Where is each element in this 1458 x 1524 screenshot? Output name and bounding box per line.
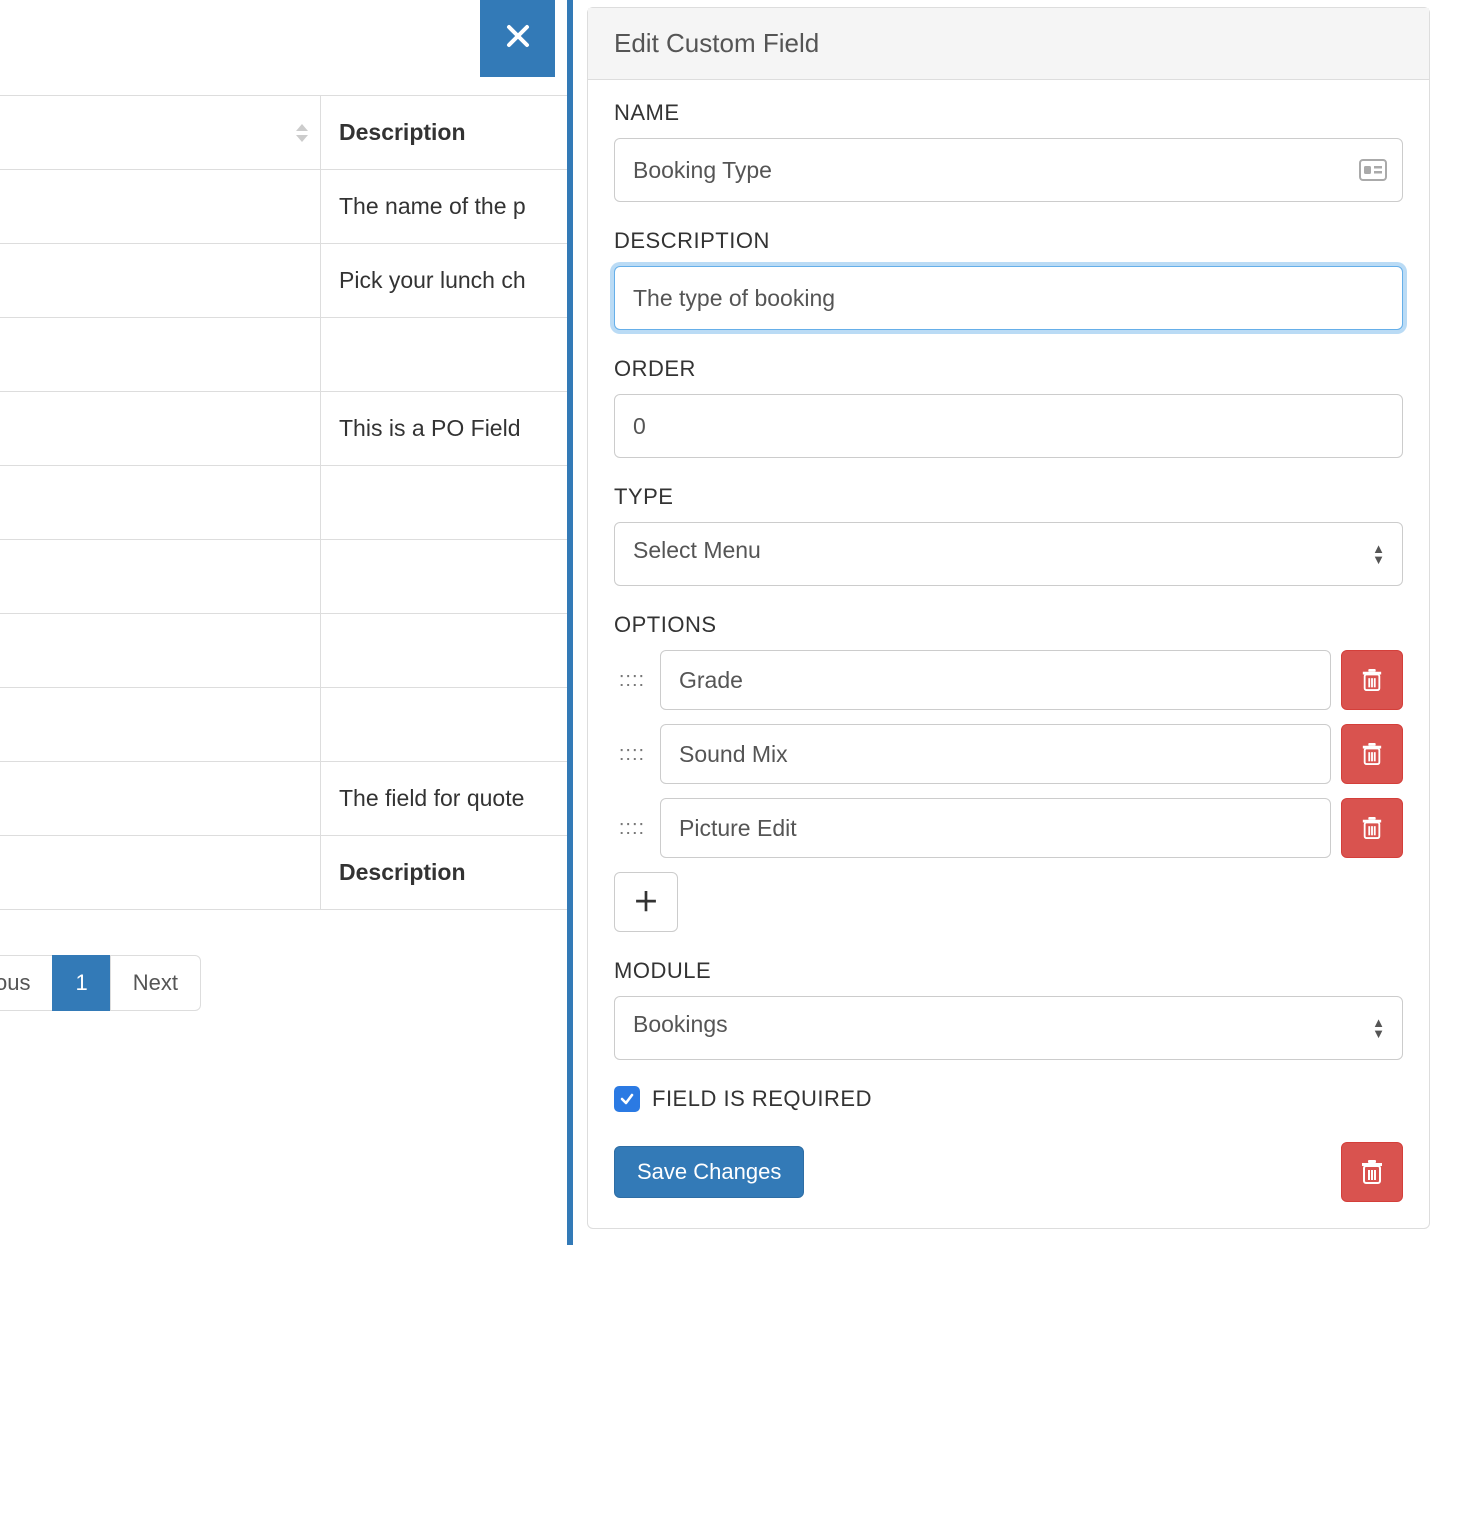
description-input[interactable] xyxy=(614,266,1403,330)
table-cell-description xyxy=(321,318,590,392)
delete-option-button[interactable] xyxy=(1341,724,1403,784)
name-input[interactable] xyxy=(614,138,1403,202)
table-row[interactable]: The field for quote xyxy=(0,762,590,836)
trash-icon xyxy=(1361,816,1383,840)
trash-icon xyxy=(1361,742,1383,766)
sort-icon[interactable] xyxy=(294,122,310,144)
add-option-button[interactable]: ＋ xyxy=(614,872,678,932)
table-cell-description xyxy=(321,688,590,762)
option-input[interactable] xyxy=(660,724,1331,784)
table-header-description[interactable]: Description xyxy=(321,96,590,170)
table-row[interactable]: This is a PO Field xyxy=(0,392,590,466)
table-cell-description: Pick your lunch ch xyxy=(321,244,590,318)
required-checkbox[interactable] xyxy=(614,1086,640,1112)
option-input[interactable] xyxy=(660,798,1331,858)
pagination: ous 1 Next xyxy=(0,955,201,1011)
option-input[interactable] xyxy=(660,650,1331,710)
required-label: FIELD IS REQUIRED xyxy=(652,1086,872,1112)
delete-option-button[interactable] xyxy=(1341,650,1403,710)
table-row[interactable] xyxy=(0,614,590,688)
table-cell-description xyxy=(321,614,590,688)
option-row: :::: xyxy=(614,650,1403,710)
custom-fields-table: Description The name of the pPick your l… xyxy=(0,95,590,910)
close-button[interactable] xyxy=(480,0,555,77)
description-label: DESCRIPTION xyxy=(614,228,1403,254)
order-input[interactable] xyxy=(614,394,1403,458)
table-cell-description: This is a PO Field xyxy=(321,392,590,466)
pagination-previous[interactable]: ous xyxy=(0,955,53,1011)
table-footer-description: Description xyxy=(321,836,590,910)
table-row[interactable] xyxy=(0,318,590,392)
table-row[interactable]: The name of the p xyxy=(0,170,590,244)
table-row[interactable] xyxy=(0,466,590,540)
id-card-icon xyxy=(1359,159,1387,181)
module-select[interactable]: Bookings xyxy=(614,996,1403,1060)
table-footer-col1 xyxy=(0,836,321,910)
type-select[interactable]: Select Menu xyxy=(614,522,1403,586)
edit-custom-field-panel: Edit Custom Field NAME DESCRIPTION OR xyxy=(567,0,1444,1245)
delete-option-button[interactable] xyxy=(1341,798,1403,858)
drag-handle-icon[interactable]: :::: xyxy=(614,743,650,766)
close-icon xyxy=(504,22,532,50)
panel-title: Edit Custom Field xyxy=(588,8,1429,80)
options-label: OPTIONS xyxy=(614,612,1403,638)
save-button[interactable]: Save Changes xyxy=(614,1146,804,1198)
drag-handle-icon[interactable]: :::: xyxy=(614,817,650,840)
table-cell-description xyxy=(321,466,590,540)
table-cell-description: The field for quote xyxy=(321,762,590,836)
option-row: :::: xyxy=(614,724,1403,784)
table-header-col1[interactable] xyxy=(0,96,321,170)
order-label: ORDER xyxy=(614,356,1403,382)
delete-field-button[interactable] xyxy=(1341,1142,1403,1202)
table-row[interactable] xyxy=(0,688,590,762)
table-cell-description: The name of the p xyxy=(321,170,590,244)
table-row[interactable]: Pick your lunch ch xyxy=(0,244,590,318)
check-icon xyxy=(619,1091,635,1107)
table-row[interactable] xyxy=(0,540,590,614)
pagination-next[interactable]: Next xyxy=(110,955,201,1011)
table-cell-description xyxy=(321,540,590,614)
trash-icon xyxy=(1361,668,1383,692)
type-label: TYPE xyxy=(614,484,1403,510)
pagination-page-1[interactable]: 1 xyxy=(52,955,110,1011)
name-label: NAME xyxy=(614,100,1403,126)
plus-icon: ＋ xyxy=(633,889,659,915)
option-row: :::: xyxy=(614,798,1403,858)
module-label: MODULE xyxy=(614,958,1403,984)
trash-icon xyxy=(1360,1159,1384,1185)
drag-handle-icon[interactable]: :::: xyxy=(614,669,650,692)
